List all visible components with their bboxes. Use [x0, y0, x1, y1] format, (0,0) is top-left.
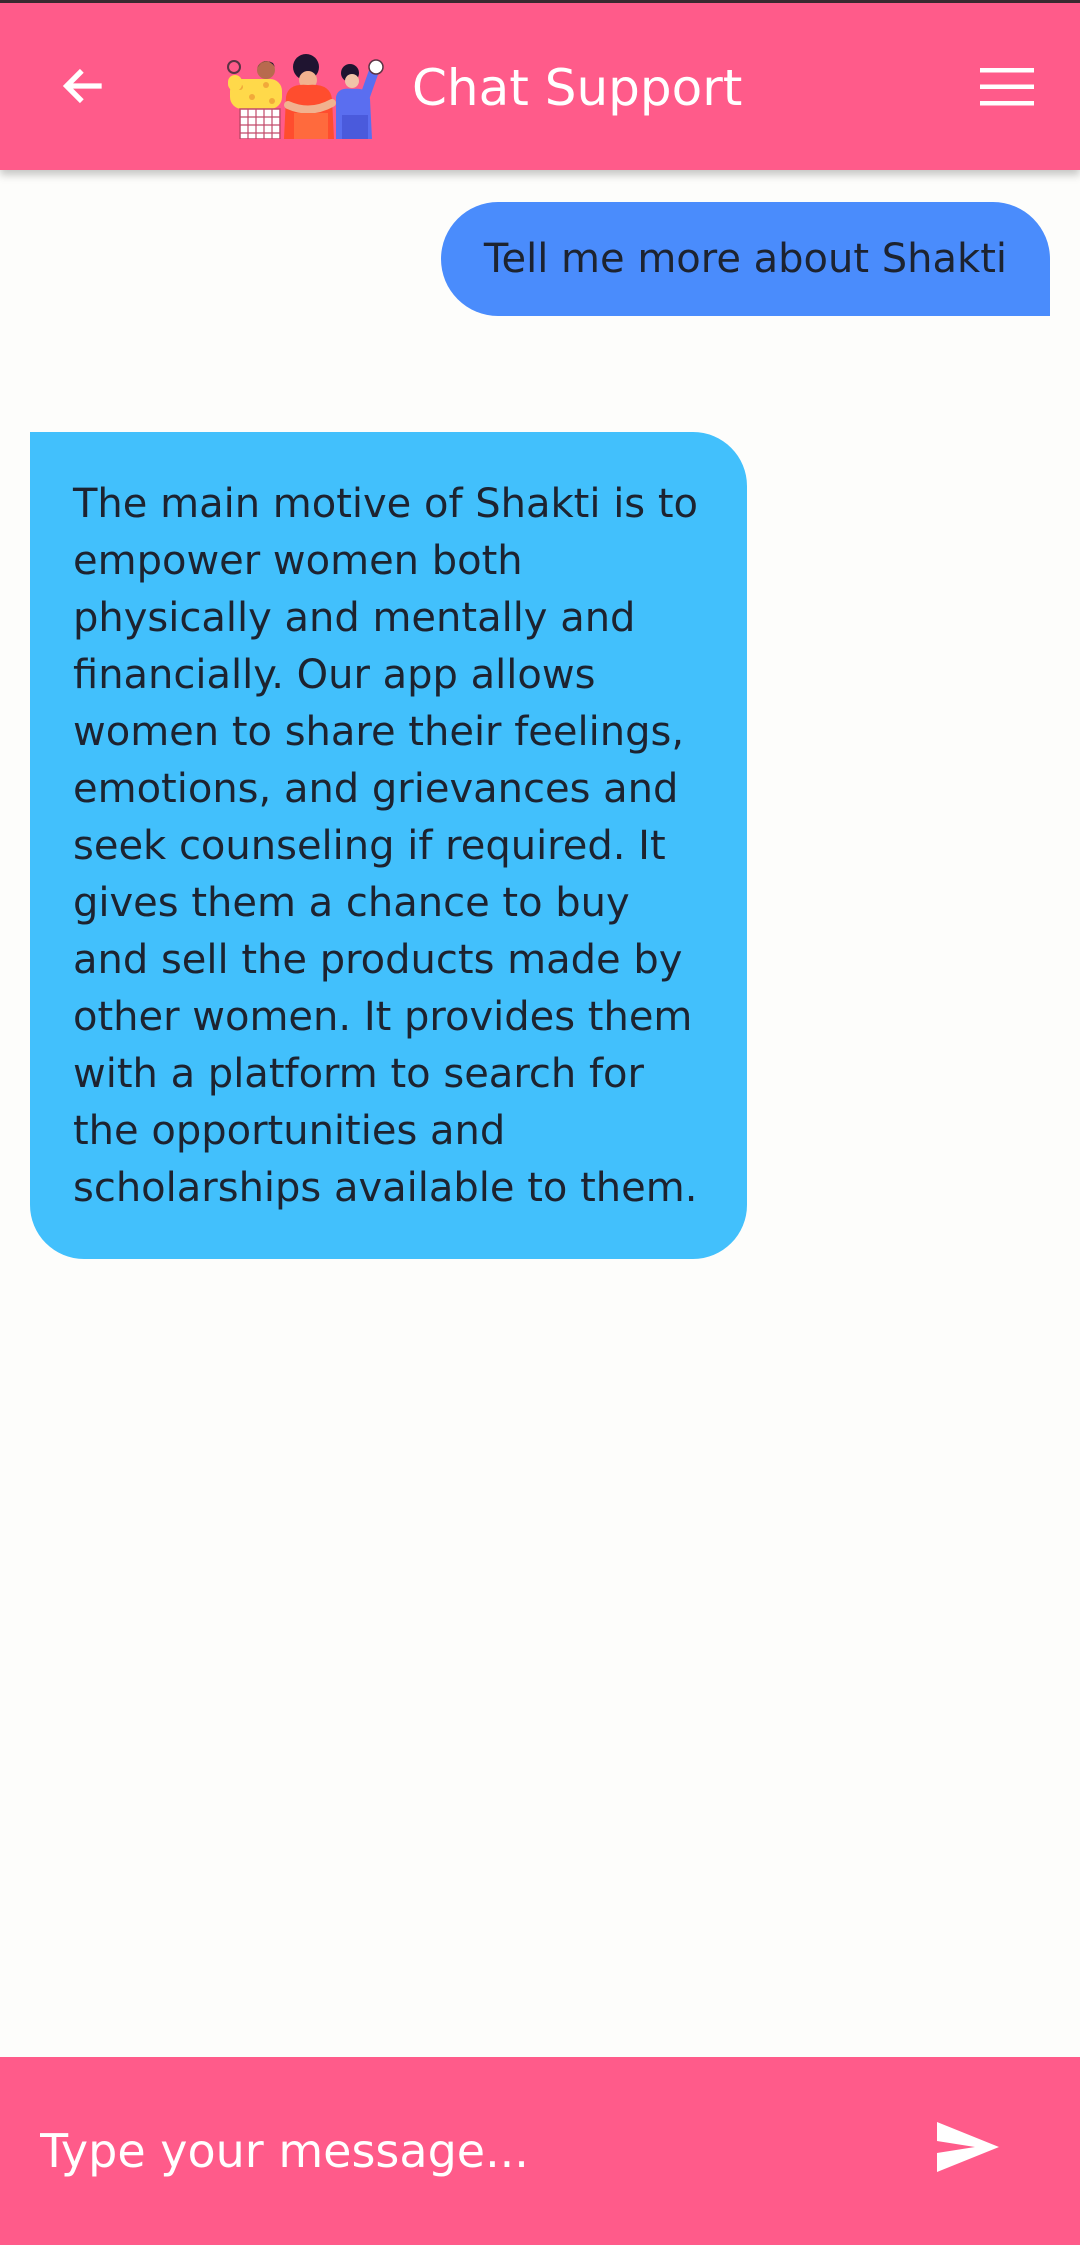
bot-message-text: The main motive of Shakti is to empower …	[73, 481, 699, 1211]
send-icon	[937, 2122, 999, 2172]
hamburger-menu-icon	[980, 68, 1034, 106]
app-title: Chat Support	[412, 59, 743, 117]
bot-message-bubble: The main motive of Shakti is to empower …	[30, 432, 747, 1259]
chat-message-list[interactable]: Tell me more about Shakti The main motiv…	[0, 170, 1080, 2056]
message-composer	[0, 2057, 1080, 2245]
arrow-left-icon	[62, 68, 102, 104]
user-message-bubble: Tell me more about Shakti	[440, 202, 1050, 316]
women-group-illustration	[227, 54, 384, 139]
send-button[interactable]	[928, 2107, 1008, 2187]
user-message-text: Tell me more about Shakti	[483, 236, 1007, 282]
back-button[interactable]	[48, 51, 118, 121]
app-bar: Chat Support	[0, 3, 1080, 170]
menu-button[interactable]	[972, 57, 1042, 117]
message-input[interactable]	[40, 2103, 900, 2199]
